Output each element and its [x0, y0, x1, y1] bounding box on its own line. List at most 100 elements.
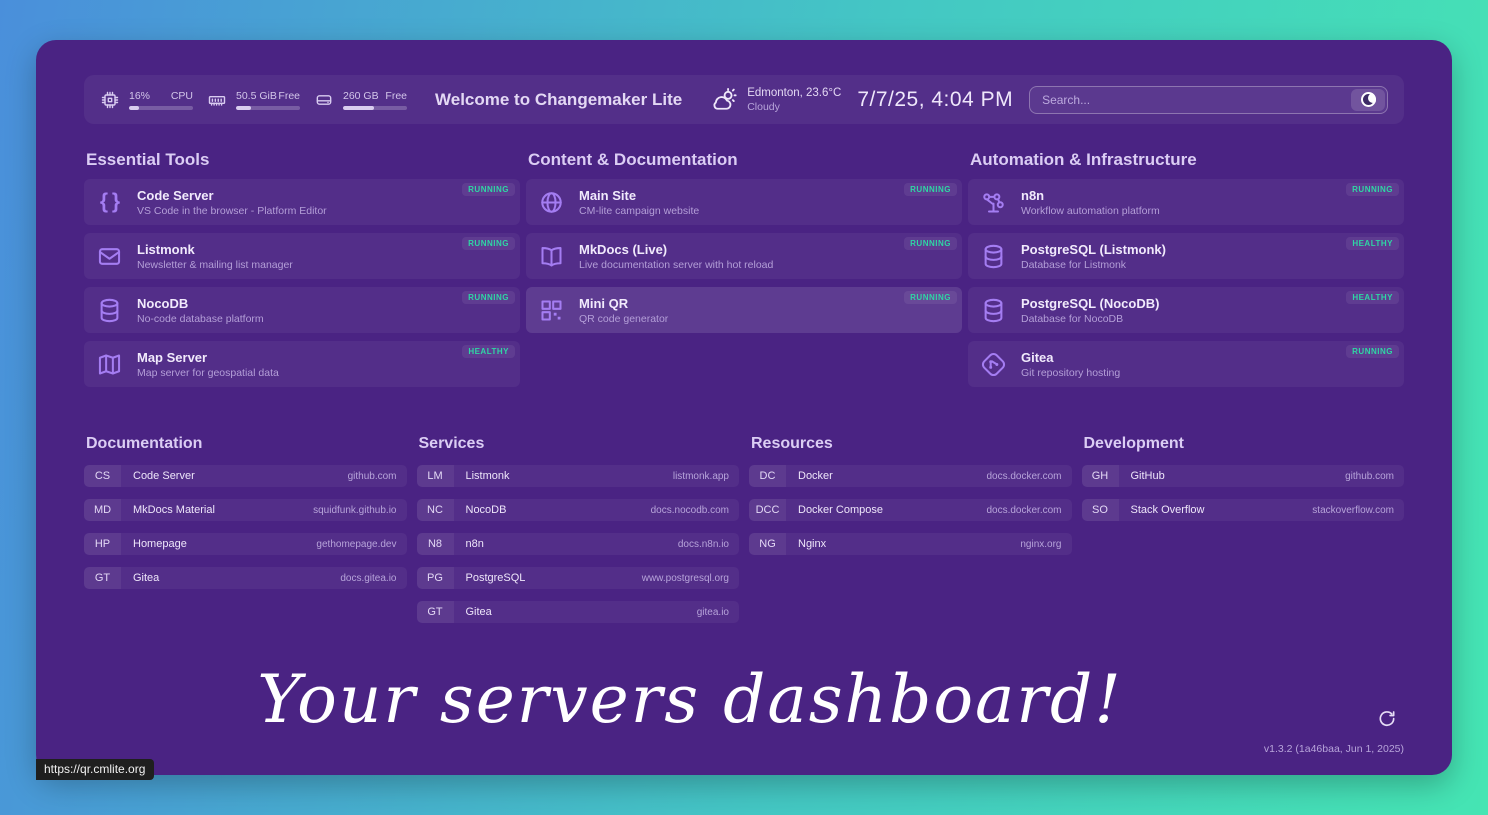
service-card-postgres-listmonk[interactable]: PostgreSQL (Listmonk) Database for Listm… — [968, 233, 1404, 279]
bookmark-name: n8n — [466, 538, 484, 550]
status-badge: RUNNING — [1346, 183, 1399, 196]
bookmark-groups: Documentation CS Code Server github.com … — [84, 435, 1404, 635]
service-description: CM-lite campaign website — [579, 205, 699, 217]
service-groups: Essential Tools { } Code Server VS Code … — [84, 150, 1404, 395]
disk-progressbar — [343, 106, 407, 110]
bookmark-services-listmonk[interactable]: LM Listmonk listmonk.app — [417, 465, 740, 487]
bookmark-abbr: MD — [84, 499, 121, 521]
bookmark-abbr: GH — [1082, 465, 1119, 487]
status-badge: RUNNING — [462, 291, 515, 304]
book-icon — [538, 243, 565, 270]
memory-value: 50.5 GiB — [236, 90, 277, 102]
cpu-widget: 16% CPU — [100, 90, 193, 110]
service-description: QR code generator — [579, 313, 668, 325]
service-description: Git repository hosting — [1021, 367, 1120, 379]
status-badge: RUNNING — [462, 183, 515, 196]
memory-icon — [207, 90, 227, 110]
weather-widget: Edmonton, 23.6°C Cloudy — [710, 86, 841, 114]
bookmark-abbr: NG — [749, 533, 786, 555]
bookmark-name: Stack Overflow — [1131, 504, 1205, 516]
bookmark-name: Docker — [798, 470, 833, 482]
bookmark-services-postgresql[interactable]: PG PostgreSQL www.postgresql.org — [417, 567, 740, 589]
bookmark-name: Homepage — [133, 538, 187, 550]
bookmark-name: Docker Compose — [798, 504, 883, 516]
bookmark-docs-homepage[interactable]: HP Homepage gethomepage.dev — [84, 533, 407, 555]
refresh-button[interactable] — [1376, 709, 1398, 731]
bookmark-docs-code-server[interactable]: CS Code Server github.com — [84, 465, 407, 487]
search-provider-button[interactable] — [1351, 89, 1385, 111]
bookmark-resources-nginx[interactable]: NG Nginx nginx.org — [749, 533, 1072, 555]
bookmark-url: docs.gitea.io — [340, 573, 396, 584]
status-badge: RUNNING — [904, 183, 957, 196]
bookmark-name: Gitea — [133, 572, 159, 584]
service-name: Listmonk — [137, 242, 293, 257]
bookmark-development-stack-overflow[interactable]: SO Stack Overflow stackoverflow.com — [1082, 499, 1405, 521]
service-group-automation-infrastructure: Automation & Infrastructure n8n Workflow… — [968, 150, 1404, 395]
service-card-nocodb[interactable]: NocoDB No-code database platform RUNNING — [84, 287, 520, 333]
service-group-essential-tools: Essential Tools { } Code Server VS Code … — [84, 150, 520, 395]
bookmark-services-n8n[interactable]: N8 n8n docs.n8n.io — [417, 533, 740, 555]
service-description: Workflow automation platform — [1021, 205, 1160, 217]
database-icon — [980, 297, 1007, 324]
bookmark-resources-docker[interactable]: DC Docker docs.docker.com — [749, 465, 1072, 487]
bookmark-group-title: Documentation — [86, 435, 407, 453]
service-card-n8n[interactable]: n8n Workflow automation platform RUNNING — [968, 179, 1404, 225]
bookmark-services-nocodb[interactable]: NC NocoDB docs.nocodb.com — [417, 499, 740, 521]
bookmark-url: docs.docker.com — [986, 505, 1061, 516]
service-description: Newsletter & mailing list manager — [137, 259, 293, 271]
bookmark-name: Gitea — [466, 606, 492, 618]
bookmark-group-development: Development GH GitHub github.com SO Stac… — [1082, 435, 1405, 533]
bookmark-name: GitHub — [1131, 470, 1165, 482]
sun-cloud-icon — [710, 86, 738, 114]
service-card-postgres-nocodb[interactable]: PostgreSQL (NocoDB) Database for NocoDB … — [968, 287, 1404, 333]
service-card-gitea[interactable]: Gitea Git repository hosting RUNNING — [968, 341, 1404, 387]
gitea-icon — [980, 351, 1007, 378]
bookmark-development-github[interactable]: GH GitHub github.com — [1082, 465, 1405, 487]
dashboard-panel: 16% CPU 50.5 GiB Free 260 GB Fre — [36, 40, 1452, 775]
bookmark-url: squidfunk.github.io — [313, 505, 396, 516]
weather-location: Edmonton, 23.6°C — [747, 87, 841, 99]
service-card-main-site[interactable]: Main Site CM-lite campaign website RUNNI… — [526, 179, 962, 225]
bookmark-docs-mkdocs-material[interactable]: MD MkDocs Material squidfunk.github.io — [84, 499, 407, 521]
bookmark-abbr: PG — [417, 567, 454, 589]
bookmark-name: PostgreSQL — [466, 572, 526, 584]
bookmark-name: Code Server — [133, 470, 195, 482]
search-input[interactable] — [1030, 93, 1349, 107]
bookmark-url: stackoverflow.com — [1312, 505, 1394, 516]
bookmark-abbr: NC — [417, 499, 454, 521]
bookmark-services-gitea[interactable]: GT Gitea gitea.io — [417, 601, 740, 623]
weather-condition: Cloudy — [747, 101, 841, 113]
disk-widget: 260 GB Free — [314, 90, 407, 110]
datetime-display: 7/7/25, 4:04 PM — [857, 88, 1013, 112]
status-badge: RUNNING — [904, 237, 957, 250]
cpu-progressbar — [129, 106, 193, 110]
service-card-code-server[interactable]: { } Code Server VS Code in the browser -… — [84, 179, 520, 225]
disk-value: 260 GB — [343, 90, 379, 102]
service-card-listmonk[interactable]: Listmonk Newsletter & mailing list manag… — [84, 233, 520, 279]
bookmark-url: nginx.org — [1020, 539, 1061, 550]
memory-widget: 50.5 GiB Free — [207, 90, 300, 110]
service-description: Live documentation server with hot reloa… — [579, 259, 773, 271]
service-card-map-server[interactable]: Map Server Map server for geospatial dat… — [84, 341, 520, 387]
bookmark-name: Listmonk — [466, 470, 510, 482]
memory-label: Free — [278, 90, 300, 102]
braces-icon: { } — [96, 190, 123, 214]
status-badge: RUNNING — [904, 291, 957, 304]
service-name: n8n — [1021, 188, 1160, 203]
statusbar-link-preview: https://qr.cmlite.org — [36, 759, 154, 780]
bookmark-docs-gitea[interactable]: GT Gitea docs.gitea.io — [84, 567, 407, 589]
bookmark-name: NocoDB — [466, 504, 507, 516]
bookmark-group-title: Resources — [751, 435, 1072, 453]
service-card-mini-qr[interactable]: Mini QR QR code generator RUNNING — [526, 287, 962, 333]
header-bar: 16% CPU 50.5 GiB Free 260 GB Fre — [84, 75, 1404, 124]
bookmark-url: gethomepage.dev — [316, 539, 396, 550]
bookmark-abbr: HP — [84, 533, 121, 555]
bookmark-url: docs.n8n.io — [678, 539, 729, 550]
cpu-icon — [100, 90, 120, 110]
envelope-icon — [96, 243, 123, 270]
bookmark-abbr: GT — [417, 601, 454, 623]
service-card-mkdocs[interactable]: MkDocs (Live) Live documentation server … — [526, 233, 962, 279]
tagline-text: Your servers dashboard! — [30, 661, 1350, 738]
section-title: Essential Tools — [86, 150, 520, 170]
bookmark-resources-docker-compose[interactable]: DCC Docker Compose docs.docker.com — [749, 499, 1072, 521]
